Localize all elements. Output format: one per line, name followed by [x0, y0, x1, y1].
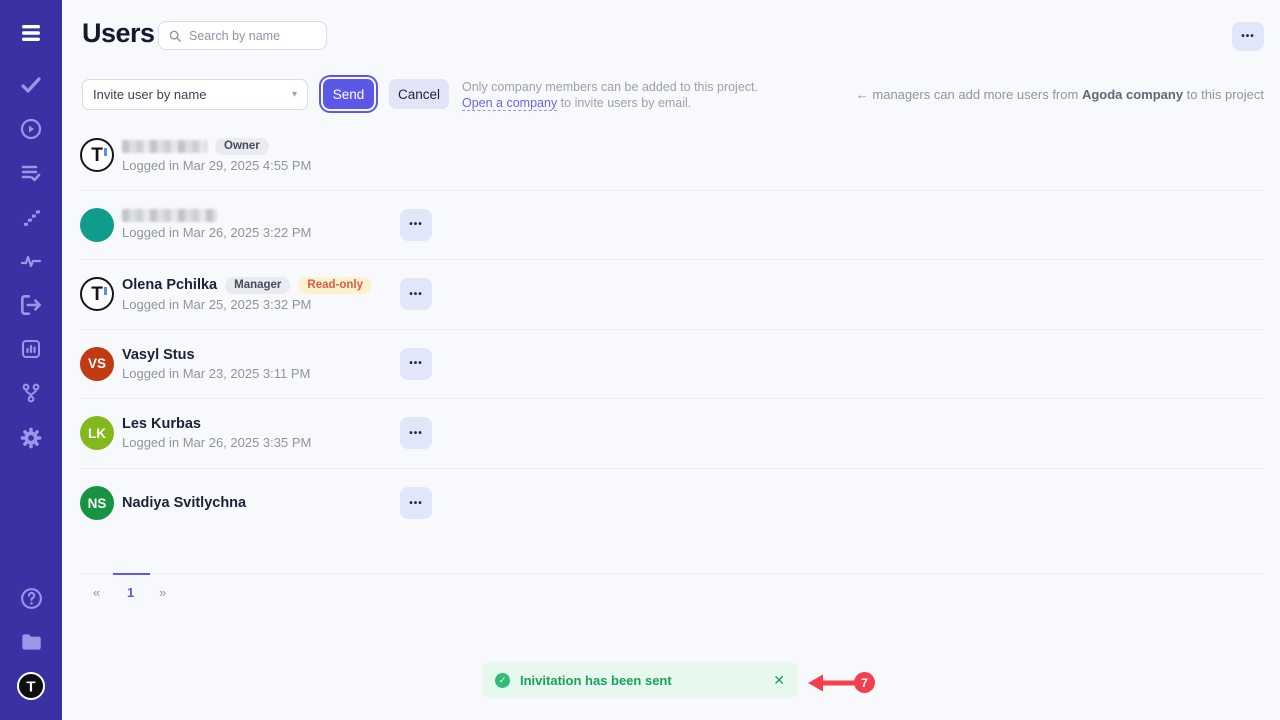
avatar [80, 208, 114, 242]
list-check-icon[interactable] [0, 159, 62, 187]
user-name: Olena Pchilka [122, 277, 217, 293]
avatar: T [80, 277, 114, 311]
ellipsis-icon: ••• [1241, 31, 1255, 42]
user-list: T Owner Logged in Mar 29, 2025 4:55 PM L… [80, 121, 1264, 538]
toast-notification: ✓ Inivitation has been sent ✕ [483, 662, 797, 698]
avatar: NS [80, 486, 114, 520]
invite-helper-line2: Open a company to invite users by email. [462, 95, 758, 111]
last-login: Logged in Mar 23, 2025 3:11 PM [122, 366, 310, 381]
annotation-arrow-icon [806, 670, 856, 701]
company-name: Agoda company [1082, 87, 1183, 102]
ellipsis-icon: ••• [409, 428, 423, 439]
avatar: T [80, 138, 114, 172]
toast-message: Inivitation has been sent [520, 673, 672, 688]
search-icon [168, 29, 182, 43]
ellipsis-icon: ••• [409, 219, 423, 230]
avatar: VS [80, 347, 114, 381]
redacted-user-name [122, 140, 207, 153]
user-menu-button[interactable]: ••• [400, 278, 432, 310]
app-logo-icon[interactable]: T [0, 672, 62, 700]
user-row: LK Les Kurbas Logged in Mar 26, 2025 3:3… [80, 399, 1264, 469]
hamburger-menu-icon[interactable] [0, 19, 62, 47]
user-name: Nadiya Svitlychna [122, 495, 246, 511]
branch-icon[interactable] [0, 379, 62, 407]
projects-folder-icon[interactable] [0, 628, 62, 656]
help-icon[interactable] [0, 584, 62, 612]
last-login: Logged in Mar 29, 2025 4:55 PM [122, 158, 311, 173]
invite-select-value: Invite user by name [93, 87, 206, 102]
search-input[interactable] [189, 29, 350, 43]
select-dropdown-arrow-icon: ▾ [292, 89, 297, 100]
avatar: LK [80, 416, 114, 450]
user-row: VS Vasyl Stus Logged in Mar 23, 2025 3:1… [80, 330, 1264, 400]
user-row: NS Nadiya Svitlychna ••• [80, 469, 1264, 539]
user-menu-button[interactable]: ••• [400, 348, 432, 380]
user-menu-button[interactable]: ••• [400, 487, 432, 519]
owner-badge: Owner [215, 138, 269, 155]
manager-badge: Manager [225, 277, 290, 294]
managers-note: ← managers can add more users from Agoda… [856, 87, 1264, 102]
checkmark-icon[interactable] [0, 71, 62, 99]
play-circle-icon[interactable] [0, 115, 62, 143]
open-company-link[interactable]: Open a company [462, 96, 557, 111]
user-row: T Olena Pchilka Manager Read-only Logged… [80, 260, 1264, 330]
cancel-button[interactable]: Cancel [389, 79, 449, 109]
send-button[interactable]: Send [323, 79, 374, 109]
search-box[interactable] [158, 21, 327, 50]
bar-chart-icon[interactable] [0, 335, 62, 363]
redacted-user-name [122, 209, 217, 222]
user-row-owner: T Owner Logged in Mar 29, 2025 4:55 PM [80, 121, 1264, 191]
import-login-icon[interactable] [0, 291, 62, 319]
last-login: Logged in Mar 26, 2025 3:22 PM [122, 225, 311, 240]
ellipsis-icon: ••• [409, 358, 423, 369]
page-title: Users [82, 18, 155, 49]
user-name: Les Kurbas [122, 416, 201, 432]
annotation-number-badge: 7 [854, 672, 875, 693]
user-name: Vasyl Stus [122, 347, 195, 363]
pagination-prev[interactable]: « [93, 585, 100, 600]
success-check-icon: ✓ [495, 673, 510, 688]
user-menu-button[interactable]: ••• [400, 209, 432, 241]
last-login: Logged in Mar 26, 2025 3:35 PM [122, 435, 311, 450]
ellipsis-icon: ••• [409, 498, 423, 509]
invite-helper-line1: Only company members can be added to thi… [462, 79, 758, 95]
pulse-activity-icon[interactable] [0, 247, 62, 275]
active-page-indicator [113, 573, 150, 575]
settings-gear-icon[interactable] [0, 424, 62, 452]
page-options-button[interactable]: ••• [1232, 22, 1264, 51]
readonly-badge: Read-only [298, 277, 372, 294]
invite-helper-text: Only company members can be added to thi… [462, 79, 758, 111]
pagination-page-1[interactable]: 1 [127, 585, 134, 600]
pagination-next[interactable]: » [159, 585, 166, 600]
user-menu-button[interactable]: ••• [400, 417, 432, 449]
svg-text:T: T [26, 679, 35, 696]
ellipsis-icon: ••• [409, 289, 423, 300]
sidebar: T [0, 0, 62, 720]
user-row: Logged in Mar 26, 2025 3:22 PM ••• [80, 191, 1264, 261]
toast-close-button[interactable]: ✕ [773, 672, 785, 689]
steps-icon[interactable] [0, 203, 62, 231]
last-login: Logged in Mar 25, 2025 3:32 PM [122, 297, 372, 312]
invite-user-select[interactable]: Invite user by name ▾ [82, 79, 308, 110]
pagination: « 1 » [80, 573, 1264, 613]
